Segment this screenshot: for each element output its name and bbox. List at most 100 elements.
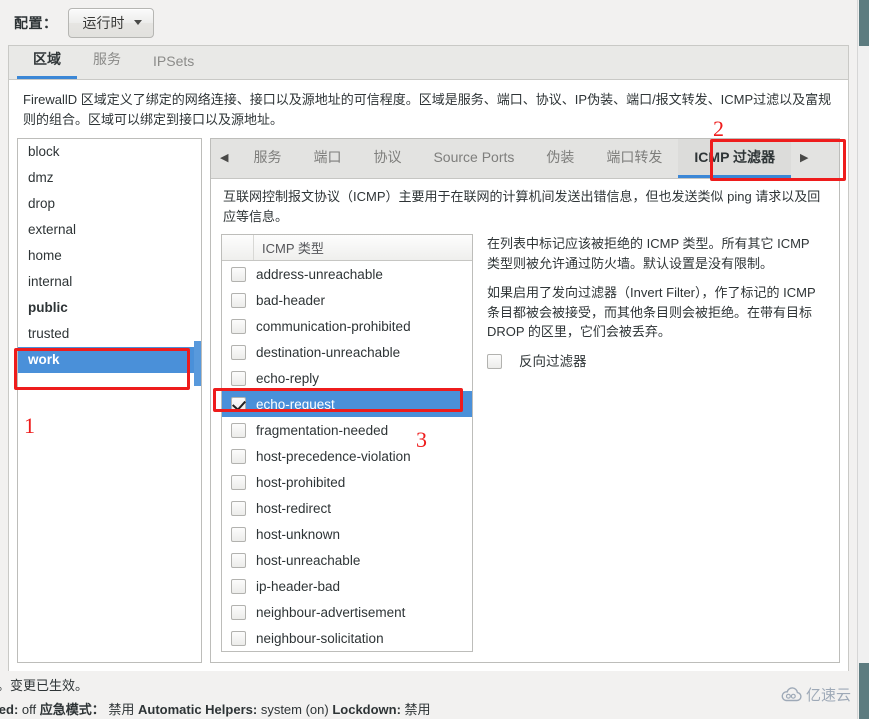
tab-services-label: 服务 (93, 51, 121, 67)
invert-filter-row[interactable]: 反向过滤器 (487, 352, 821, 372)
icmp-row-label: ip-header-bad (256, 578, 341, 594)
tab-ipsets-label: IPSets (153, 53, 195, 69)
chevron-down-icon (133, 20, 142, 25)
zones-body: block dmz drop external home internal pu… (9, 138, 848, 671)
table-row[interactable]: ip-header-bad (222, 573, 472, 599)
icmp-filter-description: 互联网控制报文协议（ICMP）主要用于在联网的计算机间发送出错信息，但也发送类似… (223, 189, 821, 224)
icmp-row-checkbox[interactable] (231, 266, 246, 282)
icmp-row-label: host-precedence-violation (256, 448, 411, 464)
icmp-table-rows: address-unreachable bad-header communica… (222, 261, 472, 651)
statusbar-message: 接。变更已生效。 (0, 678, 89, 693)
icmp-row-label: host-prohibited (256, 474, 346, 490)
zone-item-external[interactable]: external (18, 217, 201, 243)
table-row[interactable]: neighbour-advertisement (222, 599, 472, 625)
statusbar-helpers-value: system (on) (257, 702, 333, 717)
table-row[interactable]: host-unreachable (222, 547, 472, 573)
icmp-row-checkbox[interactable] (231, 526, 246, 542)
icmp-type-table[interactable]: ICMP 类型 address-unreachable bad-header c… (221, 234, 473, 652)
table-row[interactable]: neighbour-solicitation (222, 625, 472, 651)
table-row[interactable]: address-unreachable (222, 261, 472, 287)
table-row[interactable]: host-prohibited (222, 469, 472, 495)
zone-item-home[interactable]: home (18, 243, 201, 269)
icmp-row-checkbox[interactable] (231, 448, 246, 464)
zone-item-trusted[interactable]: trusted (18, 321, 201, 347)
invert-filter-checkbox[interactable] (487, 354, 502, 370)
icmp-row-checkbox[interactable] (231, 396, 246, 412)
page-scrollbar-thumb-top[interactable] (859, 0, 869, 46)
icmp-row-checkbox[interactable] (231, 370, 246, 386)
zone-item-drop[interactable]: drop (18, 191, 201, 217)
icmp-row-checkbox[interactable] (231, 344, 246, 360)
icmp-row-checkbox[interactable] (231, 500, 246, 516)
icmp-row-checkbox[interactable] (231, 578, 246, 594)
zone-item-internal[interactable]: internal (18, 269, 201, 295)
subtab-services[interactable]: 服务 (237, 139, 297, 178)
icmp-row-label: host-unreachable (256, 552, 361, 568)
icmp-row-label: communication-prohibited (256, 318, 411, 334)
subtab-protocols[interactable]: 协议 (357, 139, 417, 178)
icmp-row-label: fragmentation-needed (256, 422, 389, 438)
icmp-row-label: host-redirect (256, 500, 332, 516)
subtab-scroll-left-icon[interactable]: ◀ (211, 139, 237, 178)
icmp-row-label: echo-reply (256, 370, 320, 386)
statusbar-lockdown-key: Lockdown: (332, 702, 401, 717)
subtab-source-ports[interactable]: Source Ports (417, 139, 530, 178)
zone-list-scrollbar[interactable] (194, 139, 201, 662)
table-row[interactable]: echo-reply (222, 365, 472, 391)
icmp-row-checkbox[interactable] (231, 630, 246, 646)
tab-zones-label: 区域 (33, 51, 61, 67)
subtab-port-forwarding[interactable]: 端口转发 (590, 139, 678, 178)
page-scrollbar-thumb-bottom[interactable] (859, 663, 869, 719)
tab-zones[interactable]: 区域 (17, 43, 77, 79)
zone-list-scrollbar-thumb[interactable] (194, 341, 201, 387)
icmp-row-label: neighbour-solicitation (256, 630, 384, 646)
subtab-icmp-filter[interactable]: ICMP 过滤器 (678, 139, 792, 179)
tab-services[interactable]: 服务 (77, 43, 137, 79)
zone-item-block[interactable]: block (18, 139, 201, 165)
table-row[interactable]: host-unknown (222, 521, 472, 547)
table-row[interactable]: communication-prohibited (222, 313, 472, 339)
icmp-row-checkbox[interactable] (231, 604, 246, 620)
statusbar-panicmode-value: 禁用 (104, 702, 138, 717)
cloud-icon (781, 686, 802, 701)
icmp-table-header-label: ICMP 类型 (262, 241, 324, 257)
subtab-scroll-right-icon[interactable]: ▶ (791, 139, 817, 178)
icmp-row-checkbox[interactable] (231, 552, 246, 568)
table-row[interactable]: bad-header (222, 287, 472, 313)
icmp-row-checkbox[interactable] (231, 292, 246, 308)
zone-subtabbar: ◀ 服务 端口 协议 Source Ports 伪装 端口转发 ICMP 过滤器… (211, 139, 839, 180)
icmp-row-label: address-unreachable (256, 266, 383, 282)
main-tabbar: 区域 服务 IPSets (9, 46, 848, 80)
table-row[interactable]: destination-unreachable (222, 339, 472, 365)
tab-ipsets[interactable]: IPSets (137, 47, 210, 79)
main-panel: 区域 服务 IPSets FirewallD 区域定义了绑定的网络连接、接口以及… (8, 45, 849, 671)
table-row[interactable]: host-redirect (222, 495, 472, 521)
zone-item-public[interactable]: public (18, 295, 201, 321)
icmp-filter-body: ICMP 类型 address-unreachable bad-header c… (211, 230, 839, 662)
configuration-select[interactable]: 运行时 (67, 7, 154, 38)
statusbar-logdenied-value: off (18, 702, 40, 717)
configuration-select-value: 运行时 (82, 14, 125, 31)
table-row[interactable]: host-precedence-violation (222, 443, 472, 469)
subtab-masquerading[interactable]: 伪装 (530, 139, 590, 178)
icmp-row-label: destination-unreachable (256, 344, 401, 360)
zone-list[interactable]: block dmz drop external home internal pu… (17, 138, 202, 663)
icmp-row-checkbox[interactable] (231, 318, 246, 334)
icmp-row-label: echo-request (256, 396, 335, 412)
statusbar-panicmode-key: 应急模式： (39, 702, 105, 717)
icmp-row-label: bad-header (256, 292, 326, 308)
watermark: 亿速云 (780, 684, 851, 705)
icmp-row-checkbox[interactable] (231, 474, 246, 490)
table-row-echo-request[interactable]: echo-request (222, 391, 472, 418)
icmp-row-checkbox[interactable] (231, 422, 246, 438)
icmp-note-paragraph-2: 如果启用了发向过滤器（Invert Filter），作了标记的 ICMP 条目都… (487, 285, 816, 340)
zone-item-work[interactable]: work (18, 347, 201, 374)
table-row[interactable]: fragmentation-needed (222, 417, 472, 443)
icmp-table-header: ICMP 类型 (222, 235, 472, 262)
subtab-ports[interactable]: 端口 (297, 139, 357, 178)
icmp-note-paragraph-1: 在列表中标记应该被拒绝的 ICMP 类型。所有其它 ICMP 类型则被允许通过防… (487, 236, 810, 271)
page-scrollbar[interactable] (857, 0, 869, 719)
zone-item-dmz[interactable]: dmz (18, 165, 201, 191)
statusbar-logdenied-key: enied: (0, 702, 19, 717)
icmp-row-label: neighbour-advertisement (256, 604, 406, 620)
